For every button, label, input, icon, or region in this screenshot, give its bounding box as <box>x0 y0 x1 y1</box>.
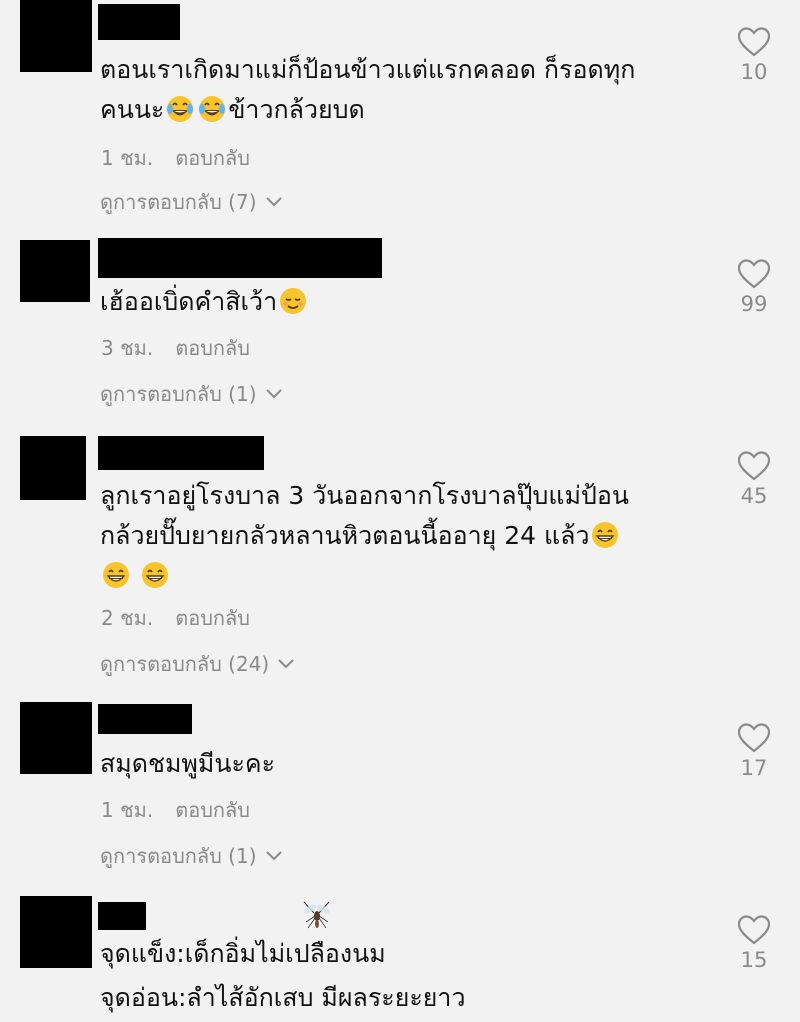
view-replies-label: ดูการตอบกลับ (7) <box>100 190 257 214</box>
like-button[interactable]: 15 <box>734 914 774 972</box>
comment-meta: 3 ชม. ตอบกลับ <box>101 332 250 364</box>
like-button[interactable]: 45 <box>734 450 774 508</box>
comment-text: เฮ้ออเบิ่ดคำสิเว้า <box>100 282 309 322</box>
chevron-down-icon <box>265 851 282 861</box>
redacted-username[interactable] <box>98 902 146 930</box>
avatar[interactable] <box>20 896 92 968</box>
face-with-tears-of-joy-icon <box>167 96 194 122</box>
heart-outline-icon <box>737 451 771 481</box>
comment-text: ตอนเราเกิดมาแม่ก็ป้อนข้าวแต่แรกคลอด ก็รอ… <box>100 55 636 124</box>
view-replies-button[interactable]: ดูการตอบกลับ (1) <box>100 378 283 410</box>
grinning-face-icon <box>592 522 619 548</box>
view-replies-button[interactable]: ดูการตอบกลับ (24) <box>100 648 295 680</box>
view-replies-label: ดูการตอบกลับ (1) <box>100 844 257 868</box>
comment-meta: 2 ชม. ตอบกลับ <box>101 602 250 634</box>
heart-outline-icon <box>737 915 771 945</box>
comment-text: ลูกเราอยู่โรงบาล 3 วันออกจากโรงบาลปุ๊บแม… <box>100 476 629 596</box>
redacted-username[interactable] <box>98 436 264 470</box>
chevron-down-icon <box>278 659 294 669</box>
face-with-tears-of-joy-icon <box>199 96 226 122</box>
grinning-face-icon <box>103 562 129 588</box>
reply-button[interactable]: ตอบกลับ <box>175 146 250 170</box>
reply-button[interactable]: ตอบกลับ <box>175 336 250 360</box>
chevron-down-icon <box>265 389 282 399</box>
view-replies-button[interactable]: ดูการตอบกลับ (1) <box>100 840 283 872</box>
heart-outline-icon <box>737 259 771 289</box>
comment-text: สมุดชมพูมีนะคะ <box>100 749 276 778</box>
like-button[interactable]: 99 <box>734 258 774 316</box>
like-count: 15 <box>740 948 768 972</box>
like-count: 17 <box>740 756 768 780</box>
timestamp: 3 ชม. <box>101 336 154 360</box>
comment-meta: 1 ชม. ตอบกลับ <box>101 794 250 826</box>
avatar[interactable] <box>20 702 92 774</box>
view-replies-label: ดูการตอบกลับ (1) <box>100 382 257 406</box>
like-button[interactable]: 17 <box>734 722 774 780</box>
comment-text: จุดแข็ง:เด็กอิ่มไม่เปลืองนม จุดอ่อน:ลำไส… <box>100 939 466 1012</box>
redacted-username[interactable] <box>98 4 180 40</box>
redacted-username[interactable] <box>98 238 382 278</box>
like-count: 99 <box>740 292 768 316</box>
view-replies-button[interactable]: ดูการตอบกลับ (7) <box>100 186 283 218</box>
like-count: 45 <box>740 484 768 508</box>
reply-button[interactable]: ตอบกลับ <box>175 798 250 822</box>
grinning-face-icon <box>142 562 168 588</box>
avatar[interactable] <box>20 240 90 302</box>
chevron-down-icon <box>265 197 282 207</box>
view-replies-label: ดูการตอบกลับ (24) <box>100 652 270 676</box>
avatar[interactable] <box>20 436 86 500</box>
comment-meta: 1 ชม. ตอบกลับ <box>101 142 250 174</box>
timestamp: 2 ชม. <box>101 606 154 630</box>
avatar[interactable] <box>20 0 92 72</box>
heart-outline-icon <box>737 723 771 753</box>
relieved-face-icon <box>280 288 307 314</box>
heart-outline-icon <box>737 27 771 57</box>
mosquito-icon <box>303 901 330 929</box>
like-button[interactable]: 10 <box>734 26 774 84</box>
redacted-username[interactable] <box>98 704 192 734</box>
reply-button[interactable]: ตอบกลับ <box>175 606 250 630</box>
timestamp: 1 ชม. <box>101 798 154 822</box>
timestamp: 1 ชม. <box>101 146 154 170</box>
like-count: 10 <box>740 60 768 84</box>
